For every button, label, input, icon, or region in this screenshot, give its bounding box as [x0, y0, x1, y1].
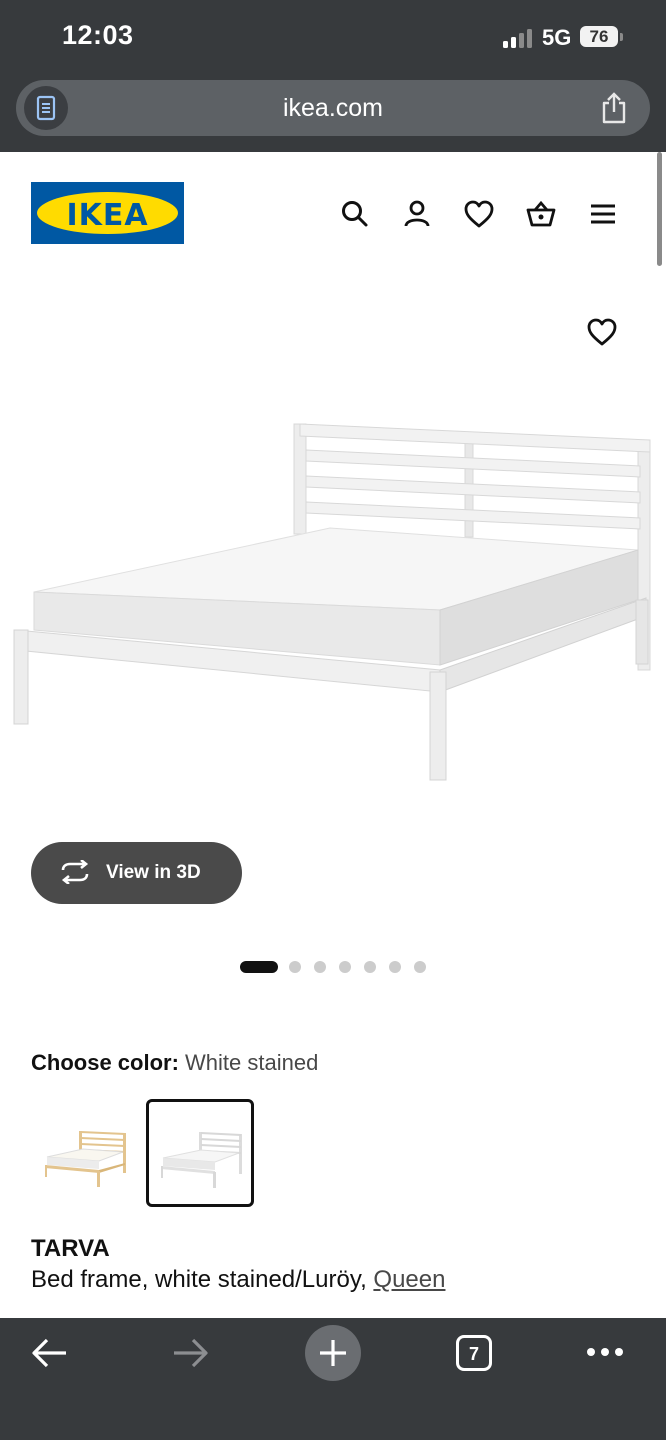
plus-icon	[320, 1340, 346, 1366]
back-arrow-icon[interactable]	[30, 1336, 68, 1370]
color-chooser-label: Choose color: White stained	[31, 1050, 318, 1076]
address-bar[interactable]: ikea.com	[16, 80, 650, 136]
share-icon[interactable]	[600, 91, 628, 125]
forward-arrow-icon[interactable]	[172, 1336, 210, 1370]
pagination-dot[interactable]	[364, 961, 376, 973]
view-in-3d-button[interactable]: View in 3D	[31, 842, 242, 904]
pagination-dot[interactable]	[389, 961, 401, 973]
browser-bottom-bar: 7	[0, 1318, 666, 1440]
logo-text: IKEA	[66, 198, 149, 233]
choose-color-heading: Choose color:	[31, 1050, 179, 1075]
status-bar: 12:03 5G 76	[0, 0, 666, 76]
network-label: 5G	[542, 25, 572, 50]
pagination-dot[interactable]	[414, 961, 426, 973]
size-link[interactable]: Queen	[373, 1266, 445, 1293]
pagination-dot-active[interactable]	[240, 961, 278, 973]
view-in-3d-label: View in 3D	[106, 862, 201, 883]
status-time: 12:03	[62, 20, 134, 50]
pagination-dot[interactable]	[314, 961, 326, 973]
battery-nub	[620, 33, 623, 41]
more-options-icon[interactable]	[586, 1346, 624, 1358]
pagination-dot[interactable]	[339, 961, 351, 973]
url-text[interactable]: ikea.com	[16, 94, 650, 123]
gallery-pagination	[0, 960, 666, 974]
tab-switcher-button[interactable]: 7	[456, 1335, 492, 1371]
rotate-3d-icon	[61, 860, 89, 884]
signal-icon	[503, 29, 532, 48]
cart-icon[interactable]	[525, 198, 557, 230]
ikea-logo[interactable]: IKEA	[31, 182, 184, 244]
scrollbar[interactable]	[657, 152, 662, 266]
wishlist-heart-icon[interactable]	[463, 198, 495, 230]
selected-color-value: White stained	[185, 1050, 319, 1075]
product-gallery[interactable]: View in 3D	[0, 280, 666, 980]
product-description-text: Bed frame, white stained/Luröy,	[31, 1266, 367, 1293]
account-icon[interactable]	[401, 198, 433, 230]
new-tab-button[interactable]	[305, 1325, 361, 1381]
menu-icon[interactable]	[587, 198, 619, 230]
battery-icon: 76	[580, 26, 618, 47]
product-image-white-bed	[13, 423, 651, 781]
product-description: Bed frame, white stained/Luröy, Queen	[31, 1266, 445, 1294]
favorite-heart-icon[interactable]	[586, 316, 618, 348]
search-icon[interactable]	[339, 198, 371, 230]
browser-toolbar: ikea.com	[0, 76, 666, 152]
site-header: IKEA	[0, 152, 666, 272]
pagination-dot[interactable]	[289, 961, 301, 973]
color-swatch-white-stained[interactable]	[146, 1099, 254, 1207]
product-name: TARVA	[31, 1235, 110, 1262]
color-swatch-pine[interactable]	[31, 1099, 139, 1207]
